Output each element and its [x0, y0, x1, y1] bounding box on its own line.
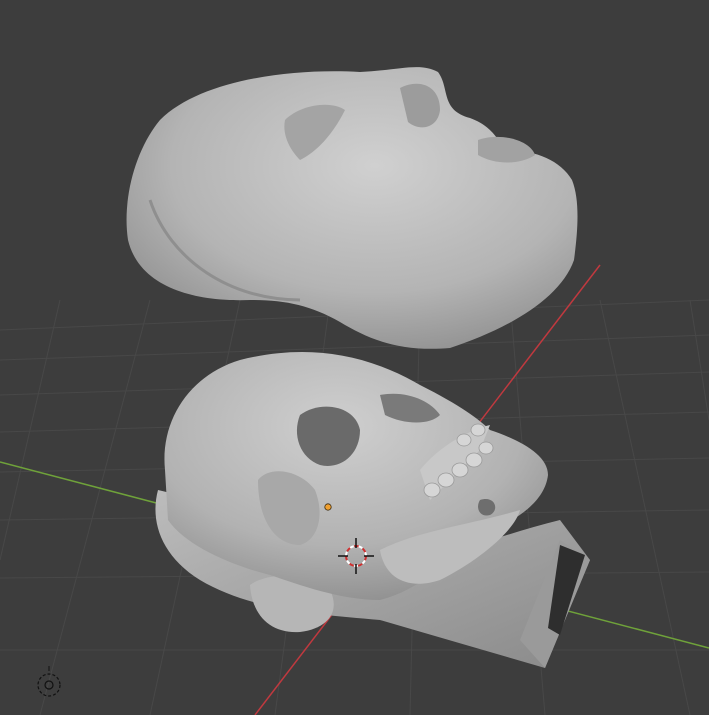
light-object-icon[interactable] [37, 666, 61, 697]
3d-viewport[interactable] [0, 0, 709, 715]
face-mesh[interactable] [126, 67, 578, 349]
object-origin-dot[interactable] [324, 503, 332, 511]
